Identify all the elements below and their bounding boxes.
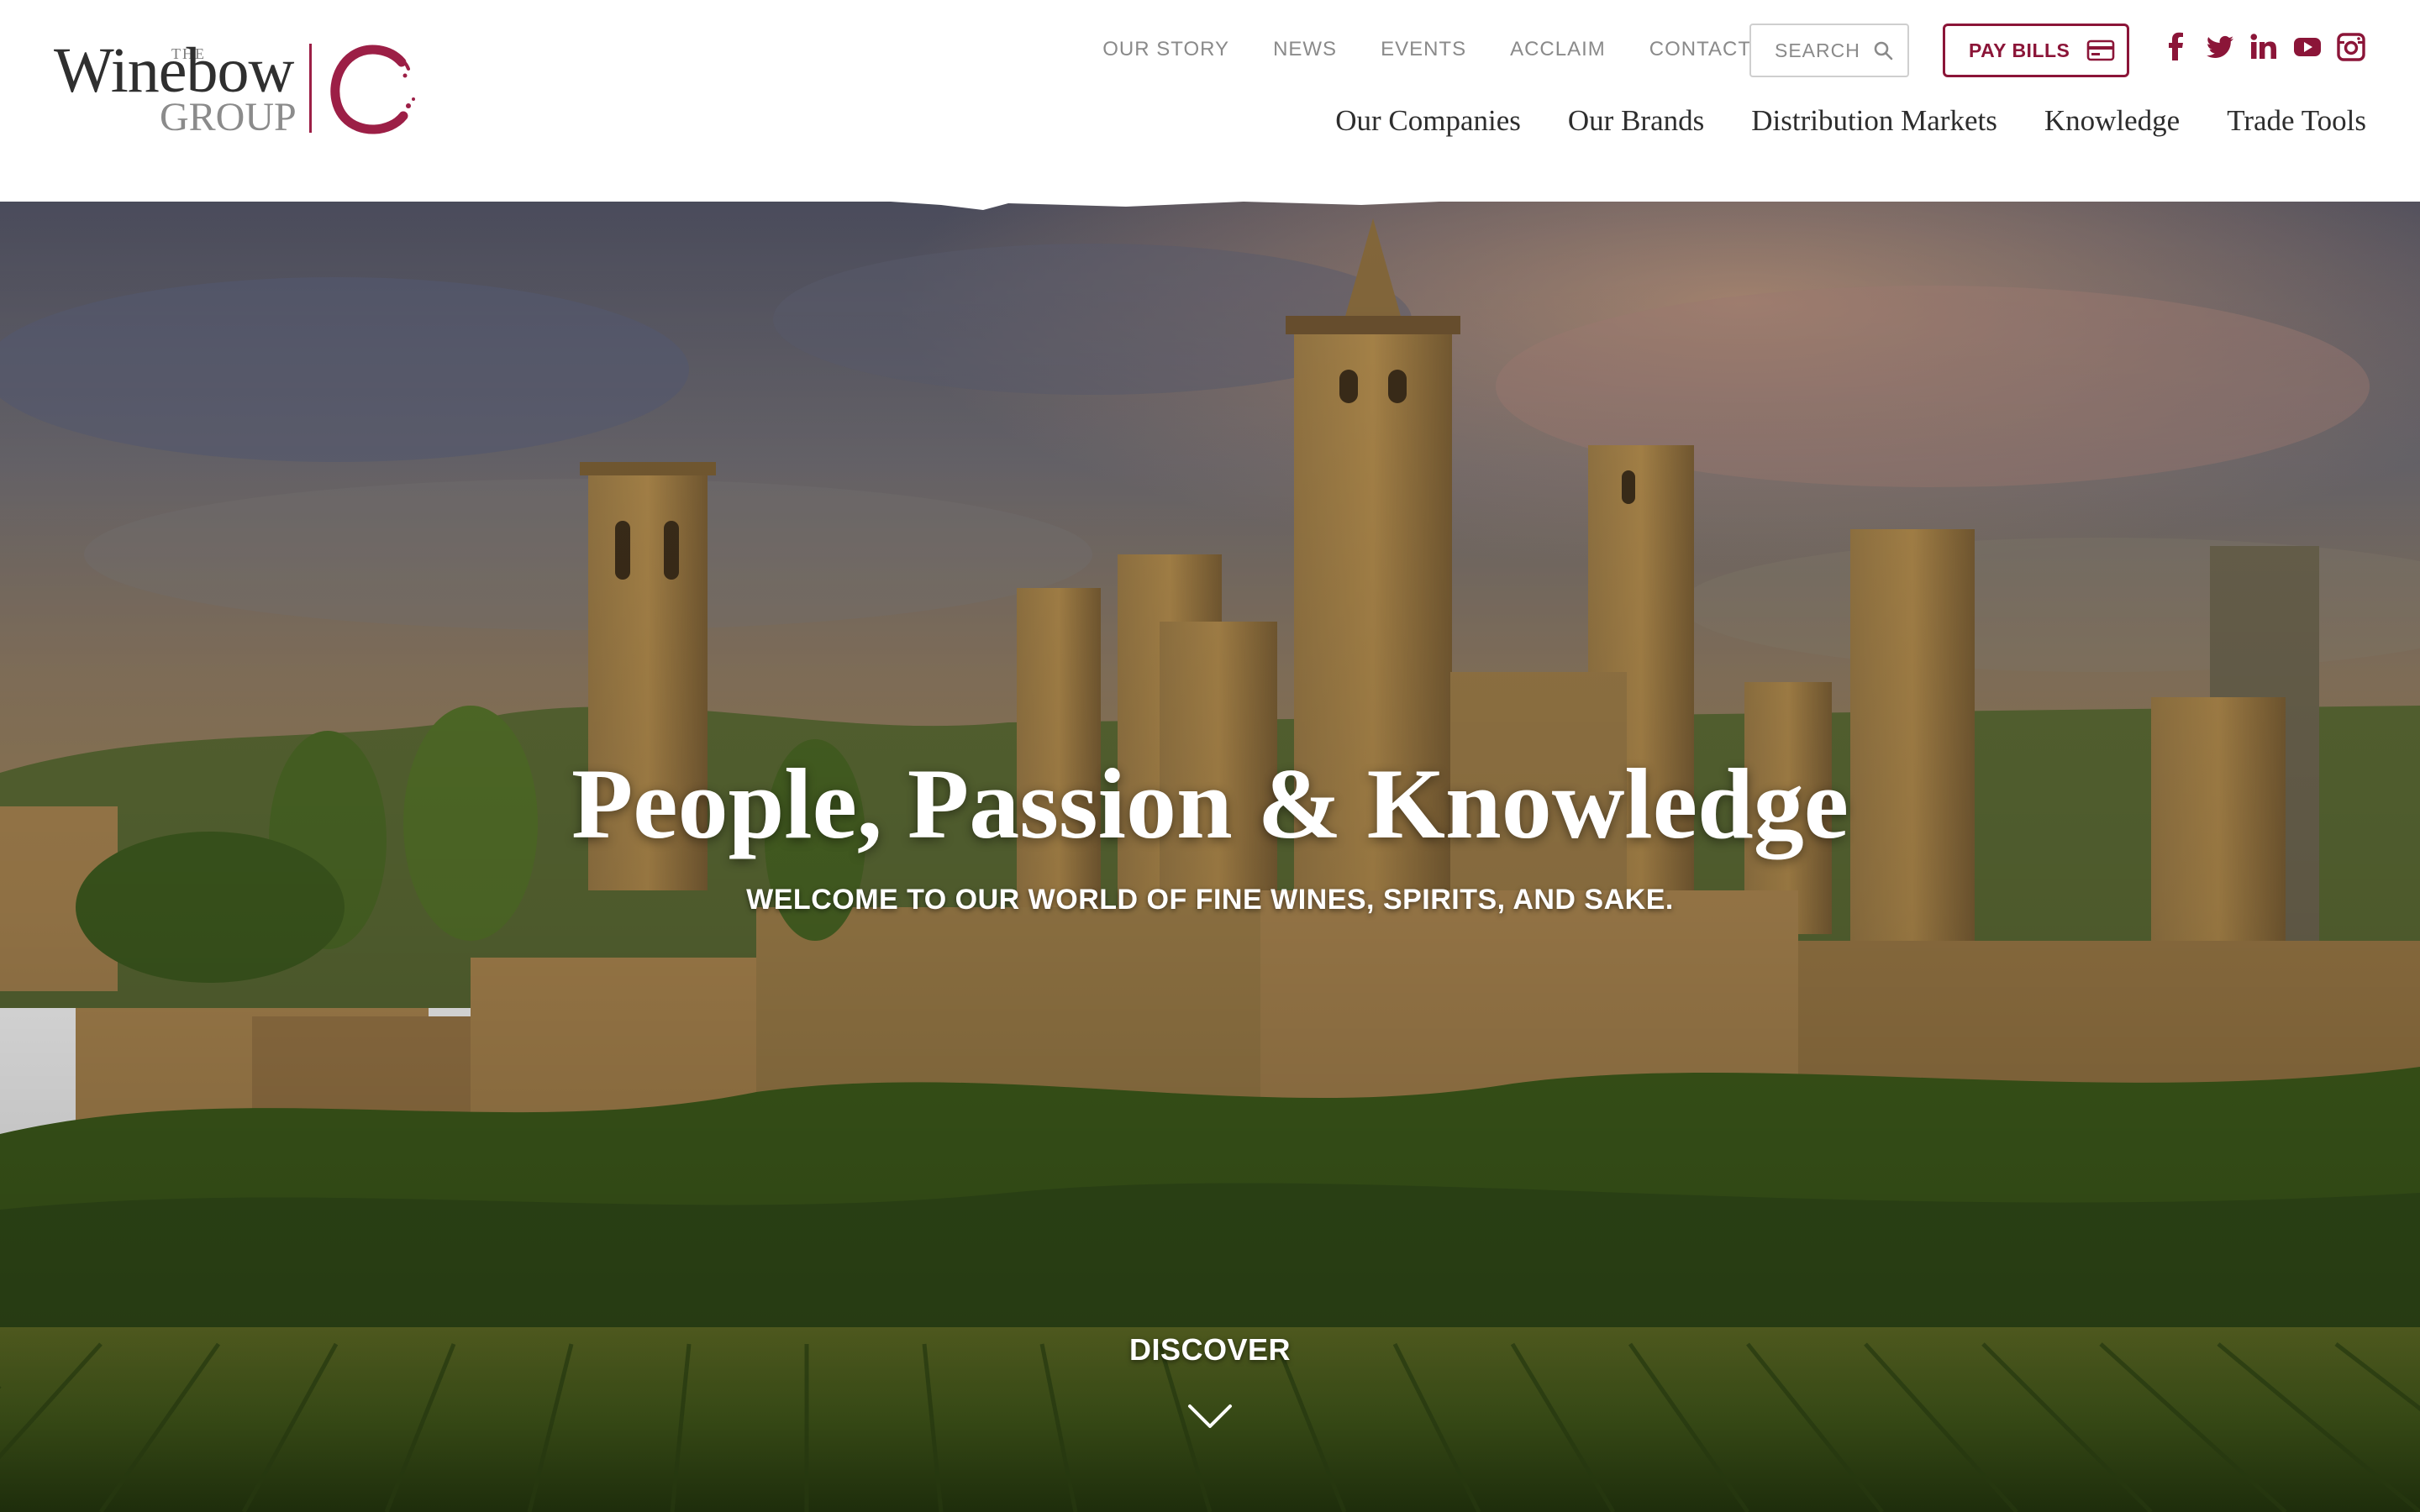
search-box — [1749, 24, 1909, 77]
logo-divider — [309, 44, 312, 133]
chevron-down-icon[interactable] — [1186, 1401, 1234, 1431]
main-nav: Our Companies Our Brands Distribution Ma… — [1335, 104, 2366, 138]
pay-bills-label: PAY BILLS — [1969, 39, 2070, 61]
winebow-group-logo[interactable]: THE Winebow GROUP — [54, 34, 424, 143]
instagram-icon[interactable] — [2336, 32, 2366, 62]
youtube-icon[interactable] — [2292, 32, 2323, 62]
nav-trade-tools[interactable]: Trade Tools — [2227, 104, 2366, 138]
site-header: THE Winebow GROUP OUR STORY NEWS EVENTS … — [0, 0, 2420, 202]
util-link-contact[interactable]: CONTACT — [1649, 38, 1751, 61]
logo-group-text: GROUP — [160, 95, 297, 139]
facebook-icon[interactable] — [2161, 32, 2191, 62]
pay-bills-button[interactable]: PAY BILLS — [1943, 24, 2129, 77]
nav-knowledge[interactable]: Knowledge — [2044, 104, 2180, 138]
credit-card-icon — [2087, 39, 2115, 61]
nav-our-brands[interactable]: Our Brands — [1568, 104, 1704, 138]
discover-link[interactable]: DISCOVER — [1084, 1332, 1336, 1368]
logo-winebow-text: Winebow — [54, 35, 294, 106]
winebow-c-mark-icon — [330, 45, 415, 134]
social-links — [2161, 32, 2366, 62]
nav-our-companies[interactable]: Our Companies — [1335, 104, 1521, 138]
nav-distribution-markets[interactable]: Distribution Markets — [1751, 104, 1997, 138]
util-link-acclaim[interactable]: ACCLAIM — [1510, 38, 1606, 61]
utility-nav: OUR STORY NEWS EVENTS ACCLAIM CONTACT — [1102, 37, 1751, 62]
hero-subtitle: WELCOME TO OUR WORLD OF FINE WINES, SPIR… — [746, 884, 1674, 916]
search-icon[interactable] — [1872, 39, 1894, 61]
hero-title: People, Passion & Knowledge — [571, 748, 1849, 859]
twitter-icon[interactable] — [2205, 32, 2235, 62]
util-link-news[interactable]: NEWS — [1273, 38, 1337, 61]
util-link-our-story[interactable]: OUR STORY — [1102, 38, 1229, 61]
linkedin-icon[interactable] — [2249, 32, 2279, 62]
search-input[interactable] — [1775, 39, 1869, 62]
util-link-events[interactable]: EVENTS — [1381, 38, 1466, 61]
